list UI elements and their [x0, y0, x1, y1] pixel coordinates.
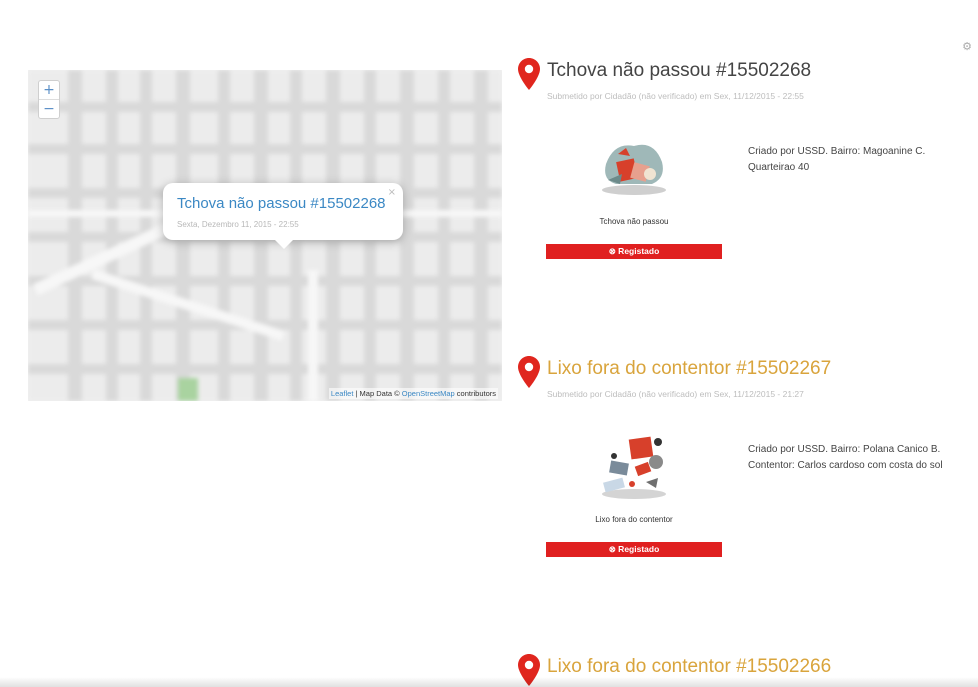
scattered-trash-icon	[602, 436, 666, 499]
popup-date: Sexta, Dezembro 11, 2015 - 22:55	[177, 220, 299, 229]
report-item: Tchova não passou #15502268 Submetido po…	[518, 58, 968, 278]
popup-close-button[interactable]: ×	[388, 187, 396, 198]
trash-pile-icon	[602, 144, 666, 195]
category-label: Tchova não passou	[599, 217, 669, 226]
category-label: Lixo fora do contentor	[595, 515, 673, 524]
report-title-link[interactable]: Lixo fora do contentor #15502267	[547, 358, 831, 380]
report-description: Criado por USSD. Bairro: Magoanine C. Qu…	[748, 146, 926, 173]
map-pin-icon	[518, 356, 540, 388]
page-bottom-shadow	[0, 677, 978, 687]
map-popup: × Tchova não passou #15502268 Sexta, Dez…	[163, 183, 403, 249]
openstreetmap-link[interactable]: OpenStreetMap	[402, 389, 455, 398]
map-attribution: Leaflet | Map Data © OpenStreetMap contr…	[328, 388, 498, 399]
attribution-contributors: contributors	[454, 389, 496, 398]
map-pin-icon	[518, 58, 540, 90]
report-item: Lixo fora do contentor #15502267 Submeti…	[518, 356, 968, 576]
report-submitted-meta: Submetido por Cidadão (não verificado) e…	[547, 389, 804, 399]
popup-title-link[interactable]: Tchova não passou #15502268	[177, 195, 386, 212]
leaflet-link[interactable]: Leaflet	[331, 389, 354, 398]
attribution-separator: | Map Data ©	[353, 389, 402, 398]
zoom-in-button[interactable]: +	[39, 81, 59, 99]
zoom-out-button[interactable]: −	[39, 99, 59, 118]
report-submitted-meta: Submetido por Cidadão (não verificado) e…	[547, 91, 804, 101]
status-badge: ⊗ Registado	[546, 542, 722, 557]
report-title-link[interactable]: Tchova não passou #15502268	[547, 60, 811, 82]
gear-icon[interactable]: ⚙	[962, 40, 972, 53]
zoom-control: + −	[38, 80, 60, 119]
report-description: Criado por USSD. Bairro: Polana Canico B…	[748, 444, 943, 471]
report-title-link[interactable]: Lixo fora do contentor #15502266	[547, 656, 831, 678]
status-badge: ⊗ Registado	[546, 244, 722, 259]
map[interactable]: + − × Tchova não passou #15502268 Sexta,…	[28, 70, 502, 401]
